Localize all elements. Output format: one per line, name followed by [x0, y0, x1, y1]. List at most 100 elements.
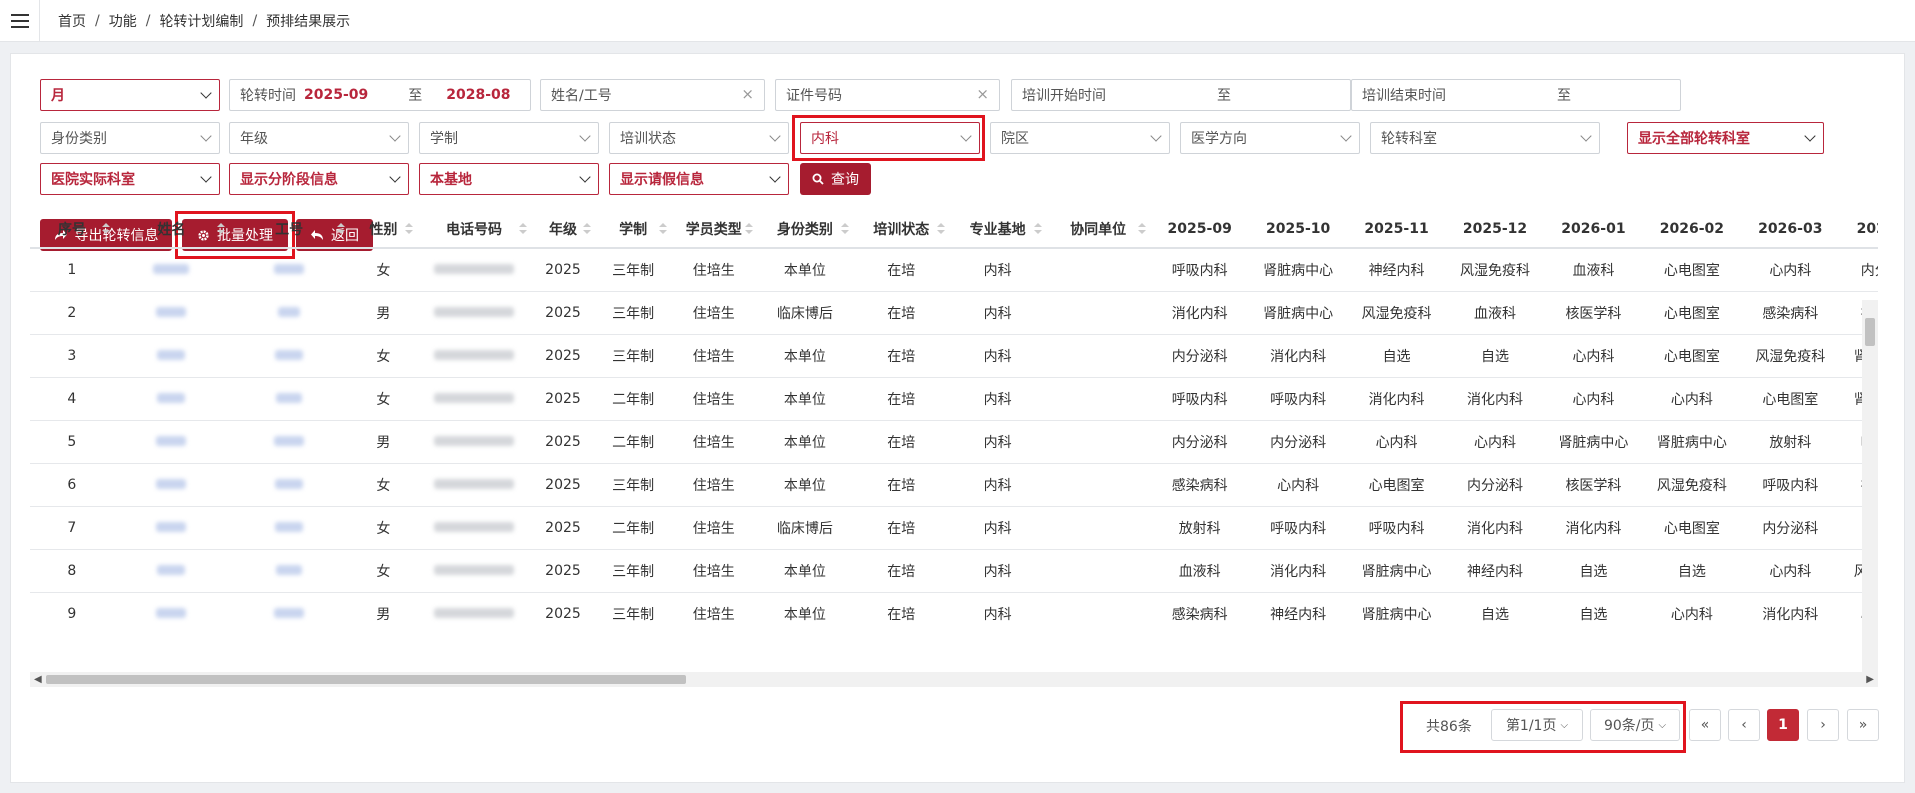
- hospital-dept-select[interactable]: 医院实际科室: [40, 163, 220, 195]
- column-header[interactable]: 工号: [228, 210, 350, 249]
- column-header: 2026-01: [1544, 210, 1643, 249]
- scroll-left-icon[interactable]: ◀: [34, 674, 42, 685]
- next-page-button[interactable]: ›: [1807, 709, 1839, 741]
- cell-id-redacted: [228, 334, 350, 378]
- clear-icon[interactable]: ×: [976, 85, 989, 103]
- table-row[interactable]: 8 女 2025 三年制 住培生 本单位 在培 内科 血液科 消化内科 肾脏病中心 神经内科 自选 自选心…: [30, 549, 1878, 593]
- chevron-down-icon: [579, 171, 591, 183]
- identity-type-select[interactable]: 身份类别: [40, 122, 220, 154]
- rotation-start[interactable]: 2025-09: [304, 87, 368, 103]
- horizontal-scrollbar[interactable]: ◀ ▶: [30, 672, 1878, 687]
- column-header[interactable]: 专业基地: [949, 210, 1046, 249]
- id-number-input[interactable]: 证件号码 ×: [775, 79, 1000, 111]
- breadcrumb-function[interactable]: 功能: [109, 11, 137, 31]
- page-1-button[interactable]: 1: [1767, 709, 1799, 741]
- cell: [1045, 549, 1151, 593]
- sort-icon[interactable]: [101, 223, 110, 234]
- redacted-text: [433, 349, 514, 360]
- show-all-depts-select[interactable]: 显示全部轮转科室: [1627, 122, 1824, 154]
- cell: 消化内科: [1248, 549, 1348, 593]
- name-input[interactable]: 姓名/工号 ×: [540, 79, 765, 111]
- table-row[interactable]: 4 女 2025 二年制 住培生 本单位 在培 内科 呼吸内科 呼吸内科 消化内科 消化内科 心内科 心内…: [30, 377, 1878, 421]
- base-select[interactable]: 本基地: [419, 163, 599, 195]
- table-row[interactable]: 7 女 2025 二年制 住培生 临床博后 在培 内科 放射科 呼吸内科 呼吸内科 消化内科 消化内科心…: [30, 506, 1878, 550]
- breadcrumb-home[interactable]: 首页: [58, 11, 86, 31]
- cell: 内分泌科: [1839, 248, 1878, 292]
- table-row[interactable]: 9 男 2025 三年制 住培生 本单位 在培 内科 感染病科 神经内科 肾脏病中心 自选 自选 心内科消…: [30, 592, 1878, 630]
- granularity-select[interactable]: 月: [40, 79, 220, 111]
- query-button[interactable]: 查询: [800, 163, 871, 195]
- column-header[interactable]: 电话号码: [417, 210, 531, 249]
- rotation-end[interactable]: 2028-08: [446, 87, 510, 103]
- rotation-dept-select[interactable]: 轮转科室: [1370, 122, 1600, 154]
- table-header: 序号 姓名 工号 性别 电话号码 年级 学制 学员类型 身份类别 培训状态 专业基地 协同单位 2025…: [30, 210, 1878, 249]
- show-stages-select[interactable]: 显示分阶段信息: [229, 163, 409, 195]
- column-header[interactable]: 身份类别: [756, 210, 854, 249]
- program-select[interactable]: 学制: [419, 122, 599, 154]
- cell: [1045, 420, 1151, 464]
- last-page-button[interactable]: »: [1847, 709, 1879, 741]
- cell: 心内科: [1642, 377, 1742, 421]
- column-header[interactable]: 序号: [30, 210, 114, 249]
- sort-icon[interactable]: [1033, 223, 1042, 234]
- cell: 呼吸内科: [1741, 463, 1840, 507]
- sort-icon[interactable]: [337, 223, 346, 234]
- column-header[interactable]: 学员类型: [670, 210, 757, 249]
- sort-icon[interactable]: [216, 223, 225, 234]
- redacted-text: [156, 607, 187, 618]
- table-row[interactable]: 2 男 2025 三年制 住培生 临床博后 在培 内科 消化内科 肾脏病中心 风湿免疫科 血液科 核医学…: [30, 291, 1878, 335]
- cell-name-redacted: [113, 463, 229, 507]
- sort-icon[interactable]: [744, 223, 753, 234]
- sort-icon[interactable]: [841, 223, 850, 234]
- sort-icon[interactable]: [518, 223, 527, 234]
- direction-select[interactable]: 医学方向: [1180, 122, 1360, 154]
- clear-icon[interactable]: ×: [741, 85, 754, 103]
- table-row[interactable]: 3 女 2025 三年制 住培生 本单位 在培 内科 内分泌科 消化内科 自选 自选 心内科 心电图室 风湿…: [30, 334, 1878, 378]
- page-select[interactable]: 第1/1页 ⌵: [1491, 709, 1583, 741]
- breadcrumb-plan[interactable]: 轮转计划编制: [159, 11, 243, 31]
- cell: 血液科: [1150, 549, 1249, 593]
- column-header[interactable]: 年级: [530, 210, 596, 249]
- sort-icon[interactable]: [1138, 223, 1147, 234]
- prev-page-button[interactable]: ‹: [1728, 709, 1760, 741]
- cell: 本单位: [756, 549, 854, 593]
- cell: 住培生: [670, 549, 757, 593]
- cell: 神经内科: [1248, 592, 1348, 630]
- cell: 2025: [530, 463, 596, 507]
- rotation-time-range[interactable]: 轮转时间 2025-09 至 2028-08: [229, 79, 531, 111]
- table-row[interactable]: 6 女 2025 三年制 住培生 本单位 在培 内科 感染病科 心内科 心电图室 内分泌科 核医学科 风湿…: [30, 463, 1878, 507]
- column-header[interactable]: 培训状态: [853, 210, 950, 249]
- cell-phone-redacted: [417, 248, 531, 292]
- cell: 呼吸内科: [1347, 506, 1446, 550]
- cell: 神经内科: [1347, 248, 1446, 292]
- grade-select[interactable]: 年级: [229, 122, 409, 154]
- cell-phone-redacted: [417, 506, 531, 550]
- scroll-right-icon[interactable]: ▶: [1866, 674, 1874, 685]
- specialty-select[interactable]: 内科: [800, 122, 980, 154]
- vertical-scrollbar[interactable]: [1862, 300, 1878, 672]
- hamburger-menu-icon[interactable]: [0, 0, 40, 42]
- first-page-button[interactable]: «: [1689, 709, 1721, 741]
- show-leave-select[interactable]: 显示请假信息: [609, 163, 789, 195]
- campus-select[interactable]: 院区: [990, 122, 1170, 154]
- cell: 内分泌科: [1150, 420, 1249, 464]
- training-end-range[interactable]: 培训结束时间至: [1351, 79, 1681, 111]
- training-status-select[interactable]: 培训状态: [609, 122, 789, 154]
- column-header[interactable]: 协同单位: [1045, 210, 1151, 249]
- training-start-range[interactable]: 培训开始时间至: [1011, 79, 1351, 111]
- cell: 血液科: [1544, 248, 1643, 292]
- chevron-down-icon: [1580, 130, 1592, 142]
- search-icon: [812, 173, 824, 185]
- table-row[interactable]: 1 女 2025 三年制 住培生 本单位 在培 内科 呼吸内科 肾脏病中心 神经内科 风湿免疫科 血液科…: [30, 248, 1878, 292]
- table-row[interactable]: 5 男 2025 二年制 住培生 本单位 在培 内科 内分泌科 内分泌科 心内科 心内科 肾脏病中心 肾脏…: [30, 420, 1878, 464]
- column-header[interactable]: 姓名: [113, 210, 229, 249]
- sort-icon[interactable]: [658, 223, 667, 234]
- page-size-select[interactable]: 90条/页 ⌵: [1590, 709, 1680, 741]
- cell: 在培: [853, 506, 950, 550]
- column-header[interactable]: 性别: [349, 210, 418, 249]
- cell: 内科: [949, 334, 1046, 378]
- sort-icon[interactable]: [937, 223, 946, 234]
- sort-icon[interactable]: [405, 223, 414, 234]
- column-header[interactable]: 学制: [595, 210, 671, 249]
- sort-icon[interactable]: [583, 223, 592, 234]
